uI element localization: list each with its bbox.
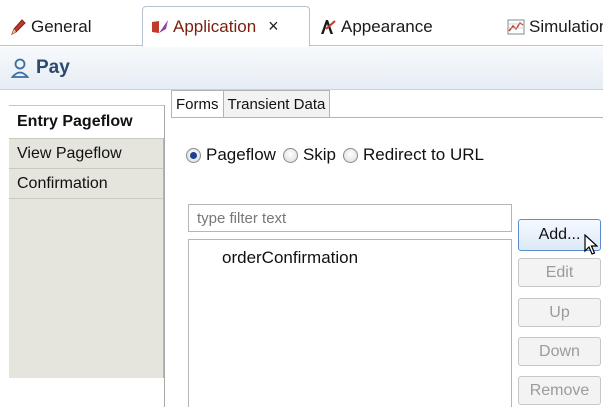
appearance-icon [321, 20, 336, 34]
list-item[interactable]: orderConfirmation [189, 240, 511, 268]
tab-forms[interactable]: Forms [171, 90, 224, 118]
page-title: Pay [36, 57, 70, 78]
inner-tab-divider [171, 117, 603, 118]
edit-button[interactable]: Edit [518, 258, 601, 287]
up-button[interactable]: Up [518, 298, 601, 327]
inner-tab-bar: Forms Transient Data [171, 90, 331, 118]
remove-button[interactable]: Remove [518, 376, 601, 405]
person-icon [10, 58, 30, 78]
section-header: Pay [0, 47, 603, 90]
tab-appearance[interactable]: Appearance [318, 8, 433, 46]
tab-transient-data[interactable]: Transient Data [222, 90, 331, 118]
nav-item-confirmation[interactable]: Confirmation [9, 168, 164, 198]
tab-application-label: Application [173, 16, 257, 36]
tab-appearance-label: Appearance [341, 17, 433, 36]
down-button[interactable]: Down [518, 337, 601, 366]
tab-simulation[interactable]: Simulation [506, 8, 603, 46]
application-icon [152, 19, 168, 33]
radio-redirect-to-url[interactable]: Redirect to URL [343, 145, 484, 165]
radio-pageflow[interactable]: Pageflow [186, 145, 276, 165]
radio-button-icon[interactable] [343, 147, 359, 163]
tab-application[interactable]: Application × [142, 6, 310, 47]
radio-button-selected-icon[interactable] [186, 147, 201, 163]
left-navigation: Entry Pageflow View Pageflow Confirmatio… [9, 105, 165, 407]
pencil-icon [11, 19, 26, 36]
radio-redirect-label: Redirect to URL [363, 145, 484, 164]
radio-skip[interactable]: Skip [282, 145, 337, 165]
radio-skip-label: Skip [302, 145, 337, 164]
tab-simulation-label: Simulation [529, 17, 603, 36]
radio-pageflow-label: Pageflow [206, 145, 276, 164]
nav-empty-area [9, 198, 164, 378]
nav-item-view-pageflow[interactable]: View Pageflow [9, 138, 164, 168]
simulation-icon [507, 19, 525, 35]
forms-list[interactable]: orderConfirmation [188, 239, 512, 407]
radio-button-icon[interactable] [282, 147, 298, 163]
tab-general-label: General [31, 17, 92, 36]
mouse-cursor-icon [584, 234, 598, 255]
pageflow-mode-radio-group: Pageflow Skip Redirect to URL [186, 144, 491, 166]
tab-general[interactable]: General [8, 8, 91, 46]
nav-item-entry-pageflow[interactable]: Entry Pageflow [9, 105, 164, 138]
close-icon[interactable]: × [268, 16, 279, 37]
editor-tab-strip: General Application × Appearance Simulat… [0, 0, 603, 47]
filter-input[interactable] [188, 204, 512, 232]
